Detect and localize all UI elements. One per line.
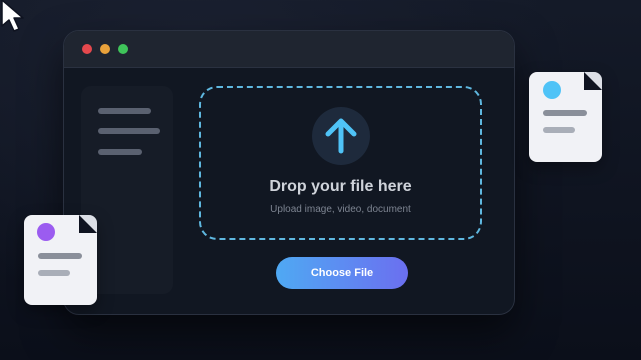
file-badge-icon xyxy=(543,81,561,99)
upload-arrow-icon xyxy=(312,107,370,165)
file-badge-icon xyxy=(37,223,55,241)
mouse-cursor-icon xyxy=(1,0,24,32)
close-window-button[interactable] xyxy=(82,44,92,54)
sidebar-placeholder-line xyxy=(98,108,151,114)
page-fold-icon xyxy=(584,72,602,90)
drop-title: Drop your file here xyxy=(269,178,412,195)
file-placeholder-line xyxy=(38,270,70,276)
sidebar-placeholder-line xyxy=(98,128,160,134)
sidebar-placeholder-line xyxy=(98,149,142,155)
file-placeholder-line xyxy=(543,110,587,116)
app-window: Drop your file here Upload image, video,… xyxy=(63,30,515,315)
stage: Drop your file here Upload image, video,… xyxy=(0,0,641,360)
page-fold-icon xyxy=(79,215,97,233)
file-card-right xyxy=(529,72,602,162)
window-titlebar xyxy=(64,31,514,68)
file-card-left xyxy=(24,215,97,305)
drop-subtitle: Upload image, video, document xyxy=(270,204,411,215)
choose-file-button[interactable]: Choose File xyxy=(276,257,408,289)
maximize-window-button[interactable] xyxy=(118,44,128,54)
minimize-window-button[interactable] xyxy=(100,44,110,54)
file-placeholder-line xyxy=(38,253,82,259)
file-drop-zone[interactable]: Drop your file here Upload image, video,… xyxy=(199,86,482,240)
file-placeholder-line xyxy=(543,127,575,133)
